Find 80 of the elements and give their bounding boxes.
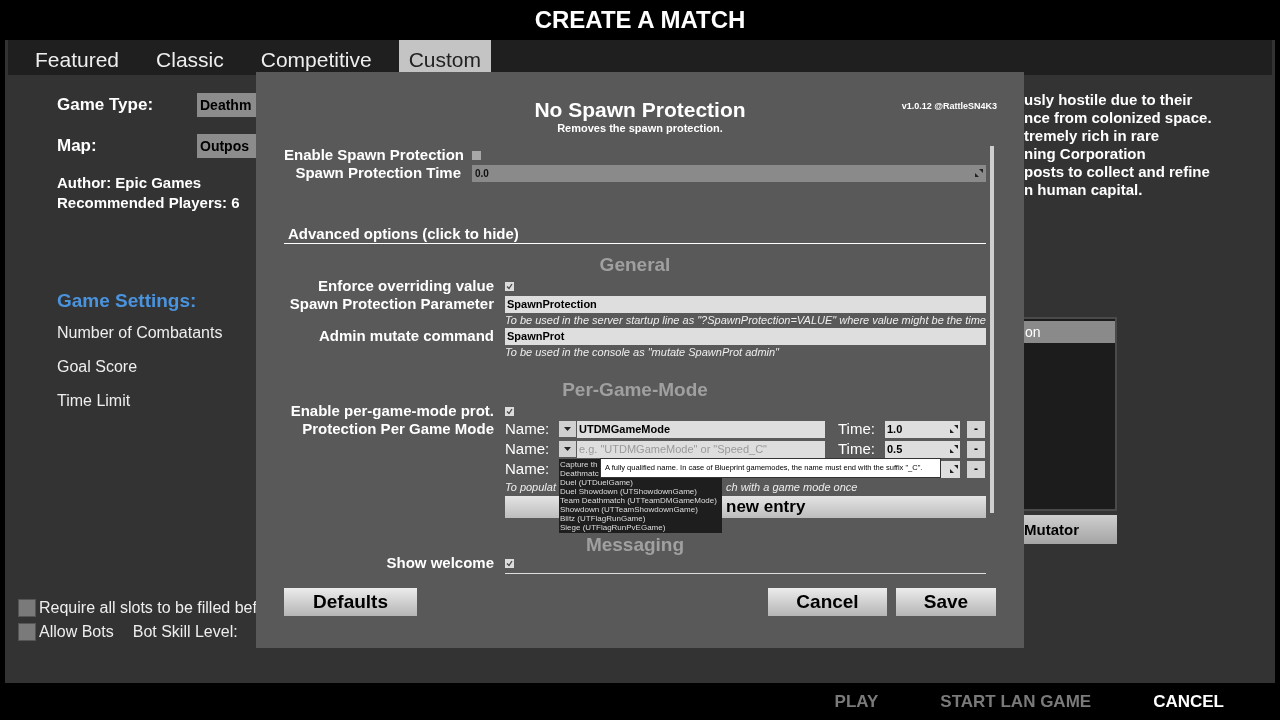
spin-icon [950,425,958,433]
text-field[interactable]: SpawnProtection [505,295,986,313]
name-label: Name: [505,420,551,438]
field-label: Show welcome [385,554,495,572]
checkbox[interactable] [505,281,514,291]
menu-item[interactable]: Duel Showdown (UTShowdownGame) [560,487,722,496]
version-text: v1.0.12 @RattleSN4K3 [901,101,997,113]
field-label: Enforce overriding value [317,277,495,295]
menu-item[interactable]: Team Deathmatch (UTTeamDMGameMode) [560,496,722,505]
time-label: Time: [838,420,876,438]
field-label: Spawn Protection Parameter [288,295,495,313]
map-description: n human capital. [1024,181,1144,199]
text-field[interactable]: SpawnProt [505,327,986,345]
map-description: tremely rich in rare [1024,127,1161,145]
field-label: Admin mutate command [317,327,495,345]
menu-item[interactable]: Duel (UTDuelGame) [560,478,722,487]
name-field[interactable]: e.g. "UTDMGameMode" or "Speed_C" [577,440,825,458]
spin-icon [950,465,958,473]
map-info: Author: Epic Games [57,173,202,193]
tab[interactable]: Classic [146,40,234,75]
save-button[interactable]: Save [896,588,996,616]
dropdown-button[interactable] [559,421,576,437]
remove-button[interactable]: - [967,460,985,478]
remove-button[interactable]: - [967,420,985,438]
field-hint: ch with a game mode once [726,480,858,494]
field-label: Protection Per Game Mode [301,420,495,439]
name-field[interactable]: UTDMGameMode [577,420,825,438]
field-hint: To populat [505,480,556,494]
dialog-subtitle: Removes the spawn protection. [557,122,723,135]
section-heading: Game Settings: [57,289,197,313]
footer-action[interactable]: CANCEL [1153,688,1224,715]
map-description: ning Corporation [1024,145,1147,163]
map-info: Recommended Players: 6 [57,193,240,213]
mutator-button[interactable]: Mutator [1024,515,1117,544]
map-description: usly hostile due to their [1024,91,1194,109]
map-description: posts to collect and refine [1024,163,1211,181]
field-hint: To be used in the server startup line as "?SpawnProtection=VALUE" where value might be the time [505,313,986,327]
scrollbar[interactable] [990,146,994,513]
tab[interactable]: Competitive [250,40,382,75]
menu-item[interactable]: Showdown (UTTeamShowdownGame) [560,505,722,514]
section-heading: Messaging [585,536,685,554]
dropdown-button[interactable] [559,441,576,457]
advanced-toggle[interactable]: Advanced options (click to hide) [284,225,986,244]
time-label: Time: [838,440,876,458]
field-label: Enable per-game-mode prot. [289,402,495,420]
window-title: CREATE A MATCH [534,5,746,35]
time-field[interactable]: 0.5 [885,440,960,458]
setting-label: Number of Combatants [57,323,223,343]
option-label: Allow Bots [39,622,114,642]
checkbox[interactable] [505,558,514,568]
option-label: Require all slots to be filled bef [39,598,257,618]
setting-label: Time Limit [57,391,131,411]
section-heading: Per-Game-Mode [562,378,708,402]
caret-icon [564,427,571,431]
number-field[interactable]: 0.0 [472,164,986,182]
name-label: Name: [505,460,551,478]
field-label: Map: [57,135,98,158]
spin-icon [975,169,983,177]
setting-label: Goal Score [57,357,138,377]
option-label: Bot Skill Level: [132,622,238,642]
dialog-title: No Spawn Protection [534,98,746,122]
menu-item[interactable]: Siege (UTFlagRunPvEGame) [560,523,722,532]
name-label: Name: [505,440,551,458]
field-label: Enable Spawn Protection [284,146,466,164]
spin-icon [950,445,958,453]
checkbox[interactable] [18,623,36,641]
map-description: nce from colonized space. [1024,109,1213,127]
checkbox[interactable] [472,150,481,160]
field-label: Spawn Protection Time [294,164,462,182]
time-field[interactable]: 1.0 [885,420,960,438]
field-hint: To be used in the console as "mutate SpawnProt admin" [505,345,781,359]
checkbox[interactable] [505,406,514,416]
cancel-button[interactable]: Cancel [768,588,887,616]
caret-icon [564,447,571,451]
defaults-button[interactable]: Defaults [284,588,417,616]
tab[interactable]: Featured [25,40,130,75]
field-label: Game Type: [57,94,155,117]
section-heading: General [599,253,671,277]
checkbox[interactable] [18,599,36,617]
remove-button[interactable]: - [967,440,985,458]
